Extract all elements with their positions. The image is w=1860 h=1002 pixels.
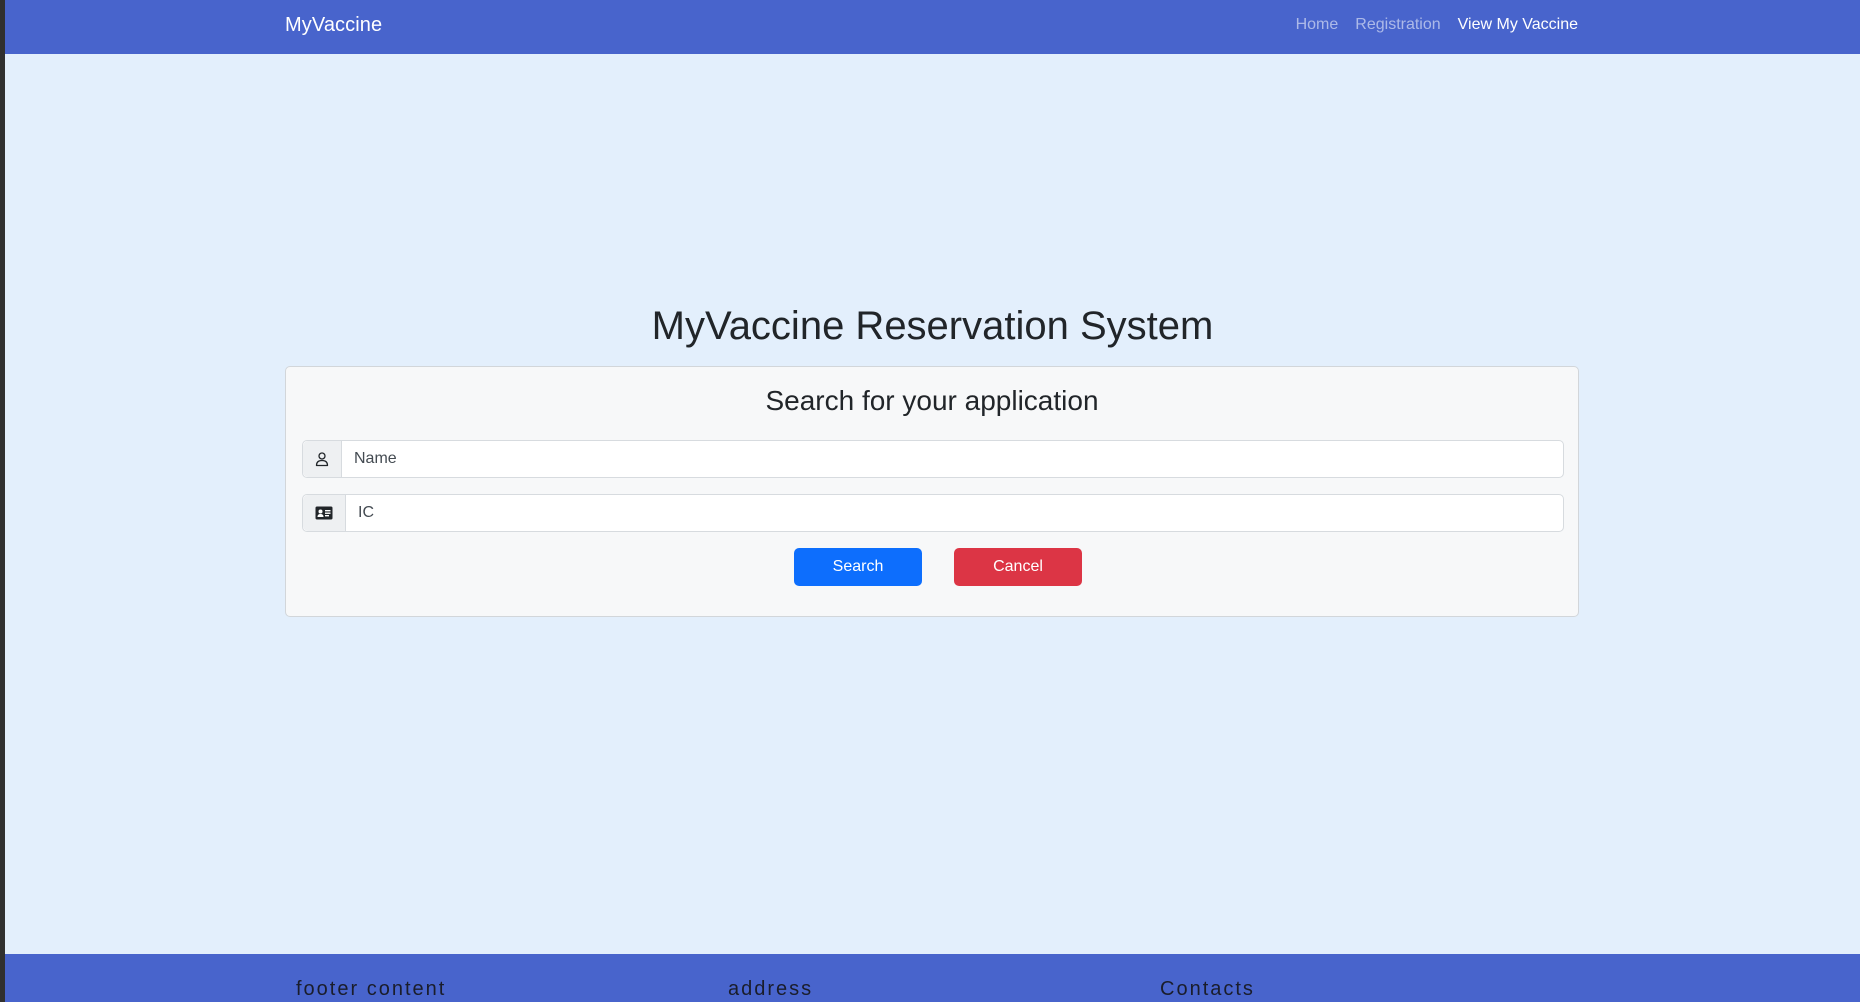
nav-links: Home Registration View My Vaccine — [1296, 16, 1578, 34]
nav-link-home[interactable]: Home — [1296, 16, 1339, 34]
brand-link[interactable]: MyVaccine — [285, 14, 382, 37]
card-title: Search for your application — [765, 385, 1099, 416]
search-card: Search for your application Name IC Sear… — [285, 366, 1579, 617]
ic-input[interactable] — [346, 495, 1563, 531]
ic-input-group — [302, 494, 1564, 532]
name-input-group — [302, 440, 1564, 478]
navbar: MyVaccine Home Registration View My Vacc… — [5, 0, 1860, 54]
nav-link-registration[interactable]: Registration — [1355, 16, 1440, 34]
footer: footer content address Contacts — [5, 954, 1860, 1002]
nav-link-view-my-vaccine[interactable]: View My Vaccine — [1458, 16, 1578, 34]
name-input[interactable] — [342, 441, 1563, 477]
page-title: MyVaccine Reservation System — [651, 304, 1214, 348]
person-icon — [303, 441, 342, 477]
page: MyVaccine Home Registration View My Vacc… — [5, 0, 1860, 1002]
search-button[interactable]: Search — [794, 548, 922, 586]
footer-heading-address: address — [728, 978, 814, 1000]
id-card-icon — [303, 495, 346, 531]
footer-heading-contacts: Contacts — [1160, 978, 1255, 1000]
cancel-button[interactable]: Cancel — [954, 548, 1082, 586]
footer-heading-content: footer content — [296, 978, 447, 1000]
